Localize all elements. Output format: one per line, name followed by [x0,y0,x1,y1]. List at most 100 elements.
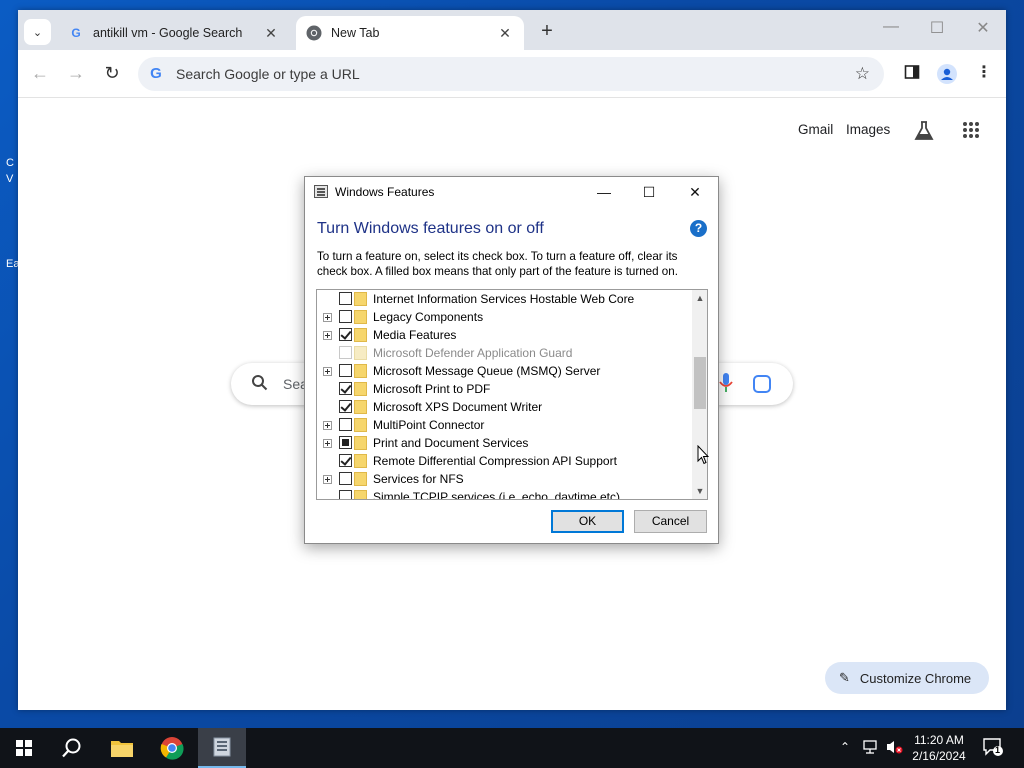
labs-flask-icon[interactable] [913,120,935,145]
feature-label: Legacy Components [373,310,484,324]
cancel-button[interactable]: Cancel [634,510,707,533]
search-icon [62,738,81,758]
tab-search-button[interactable]: ⌄ [24,19,51,45]
taskbar-search-button[interactable] [48,728,96,768]
expand-plus-icon[interactable] [323,421,332,430]
bookmark-star-icon[interactable]: ☆ [855,64,870,84]
feature-row[interactable]: Microsoft Defender Application Guard [317,344,691,362]
clock-time: 11:20 AM [914,733,964,747]
omnibox[interactable]: G Search Google or type a URL ☆ [138,57,884,91]
feature-row[interactable]: Microsoft XPS Document Writer [317,398,691,416]
customize-chrome-button[interactable]: ✎ Customize Chrome [825,662,989,694]
desktop-icon-fragment[interactable]: C [6,157,14,169]
chrome-icon [160,737,184,760]
expand-plus-icon[interactable] [323,331,332,340]
dialog-title-bar[interactable]: Windows Features — ☐ ✕ [305,177,718,207]
feature-label: MultiPoint Connector [373,418,485,432]
side-panel-icon[interactable] [901,64,923,86]
feature-row[interactable]: Services for NFS [317,470,691,488]
profile-avatar-icon[interactable] [936,64,958,86]
kebab-menu-icon[interactable]: ⋮ [973,64,995,86]
tab-close-icon[interactable]: ✕ [496,25,514,42]
notification-center-icon[interactable]: 1 [982,737,1004,757]
feature-row[interactable]: Microsoft Message Queue (MSMQ) Server [317,362,691,380]
scroll-down-arrow-icon[interactable]: ▼ [692,483,707,499]
feature-checkbox[interactable] [339,490,352,499]
maximize-icon[interactable]: ☐ [922,18,952,38]
scroll-up-arrow-icon[interactable]: ▲ [692,290,707,306]
feature-checkbox[interactable] [339,382,352,395]
feature-checkbox[interactable] [339,472,352,485]
feature-checkbox[interactable] [339,400,352,413]
chrome-taskbar-button[interactable] [148,728,196,768]
apps-grid-icon[interactable] [962,121,980,142]
show-hidden-icons-chevron-icon[interactable]: ⌃ [840,740,850,754]
dialog-heading: Turn Windows features on or off [317,220,544,237]
close-icon[interactable]: ✕ [968,18,998,38]
microphone-icon[interactable] [719,372,733,394]
help-icon[interactable]: ? [690,220,707,237]
folder-icon [111,741,133,757]
feature-checkbox[interactable] [339,328,352,341]
tab-close-icon[interactable]: ✕ [262,25,280,42]
folder-icon [354,346,367,360]
folder-icon [354,382,367,396]
tab-google-search[interactable]: G antikill vm - Google Search ✕ [58,16,290,50]
feature-row[interactable]: Legacy Components [317,308,691,326]
tab-new-tab[interactable]: New Tab ✕ [296,16,524,50]
folder-icon [354,490,367,499]
feature-row[interactable]: Remote Differential Compression API Supp… [317,452,691,470]
file-explorer-button[interactable] [98,728,146,768]
windows-logo-icon [16,740,32,756]
feature-row[interactable]: MultiPoint Connector [317,416,691,434]
desktop-icon-fragment[interactable]: V [6,173,13,185]
notification-count: 1 [995,745,1001,755]
feature-row[interactable]: Print and Document Services [317,434,691,452]
dialog-maximize-icon[interactable]: ☐ [634,182,664,202]
expand-plus-icon[interactable] [323,313,332,322]
new-tab-button[interactable]: + [536,21,558,43]
folder-icon [354,418,367,432]
feature-row[interactable]: Microsoft Print to PDF [317,380,691,398]
forward-arrow-icon[interactable]: → [64,62,88,86]
ok-button[interactable]: OK [551,510,624,533]
start-button[interactable] [0,728,48,768]
dialog-title: Windows Features [335,185,435,199]
volume-muted-icon[interactable] [885,739,903,758]
taskbar: ⌃ 11:20 AM 2/16/2024 1 [0,728,1024,768]
tab-title: antikill vm - Google Search [93,26,243,40]
scroll-thumb[interactable] [694,357,706,409]
feature-row[interactable]: Internet Information Services Hostable W… [317,290,691,308]
expand-plus-icon[interactable] [323,367,332,376]
folder-icon [354,436,367,450]
feature-checkbox[interactable] [339,364,352,377]
features-tree: Internet Information Services Hostable W… [316,289,708,500]
dialog-minimize-icon[interactable]: — [589,182,619,202]
network-icon[interactable] [862,739,878,758]
expand-plus-icon[interactable] [323,439,332,448]
dialog-description: To turn a feature on, select its check b… [317,250,678,278]
feature-row[interactable]: Simple TCPIP services (i.e. echo, daytim… [317,488,691,499]
folder-icon [354,454,367,468]
feature-checkbox[interactable] [339,436,352,449]
feature-label: Remote Differential Compression API Supp… [373,454,617,468]
feature-checkbox[interactable] [339,310,352,323]
back-arrow-icon[interactable]: ← [28,62,52,86]
windows-features-taskbar-button[interactable] [198,728,246,768]
reload-icon[interactable]: ↻ [100,62,124,86]
customize-label: Customize Chrome [859,670,972,686]
dialog-close-icon[interactable]: ✕ [680,182,710,202]
feature-row[interactable]: Media Features [317,326,691,344]
google-lens-icon[interactable] [753,375,771,393]
feature-label: Microsoft Defender Application Guard [373,346,573,360]
images-link[interactable]: Images [846,122,890,137]
feature-checkbox[interactable] [339,292,352,305]
minimize-icon[interactable]: — [876,18,906,36]
expand-plus-icon[interactable] [323,475,332,484]
system-clock[interactable]: 11:20 AM 2/16/2024 [904,732,974,764]
gmail-link[interactable]: Gmail [798,122,833,137]
feature-checkbox[interactable] [339,454,352,467]
folder-icon [354,310,367,324]
folder-icon [354,400,367,414]
feature-checkbox[interactable] [339,418,352,431]
